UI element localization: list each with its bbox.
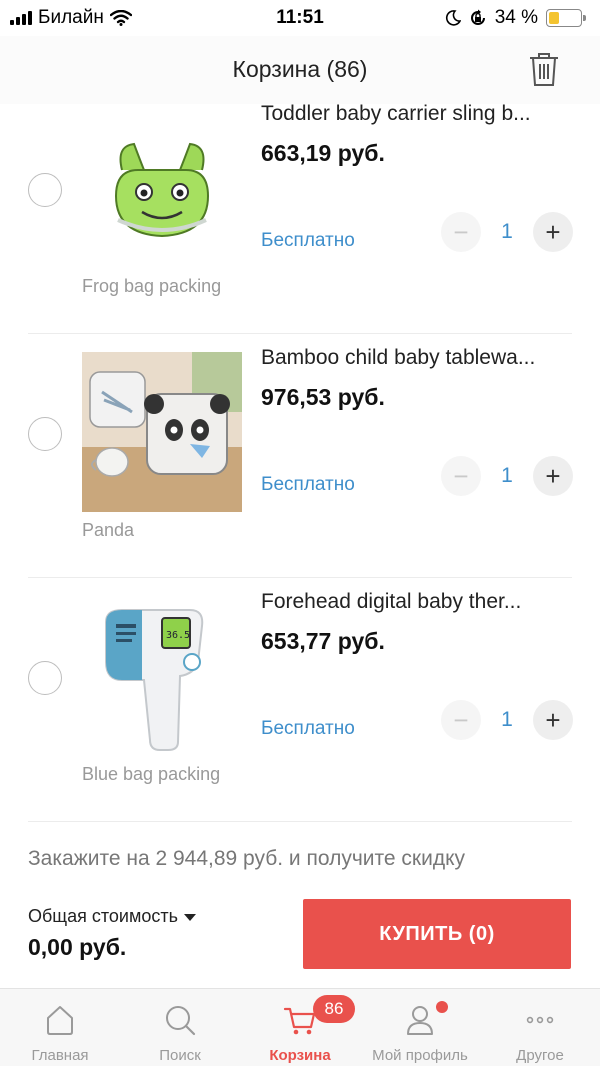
select-item-checkbox[interactable] (28, 661, 62, 695)
item-name[interactable]: Forehead digital baby ther... (261, 590, 573, 614)
battery-icon (546, 9, 586, 27)
decrease-quantity-button[interactable]: − (441, 456, 481, 496)
frog-carrier-image[interactable] (82, 108, 242, 268)
quantity-value: 1 (501, 708, 513, 731)
more-icon (526, 1016, 554, 1024)
item-price: 976,53 руб. (261, 384, 385, 410)
cart-item: Bamboo child baby tablewa... 976,53 руб.… (0, 334, 600, 578)
rotation-lock-icon (470, 9, 485, 25)
moon-icon (445, 10, 461, 26)
quantity-stepper: − 1 + (441, 212, 573, 252)
tab-label: Корзина (269, 1047, 331, 1064)
divider (28, 821, 572, 822)
item-variant: Panda (82, 520, 135, 540)
quantity-value: 1 (501, 464, 513, 487)
tab-profile[interactable]: Мой профиль (360, 989, 480, 1066)
caret-down-icon (184, 913, 196, 921)
total-cost-label: Общая стоимость (28, 906, 178, 926)
tab-more[interactable]: Другое (480, 989, 600, 1066)
select-item-checkbox[interactable] (28, 173, 62, 207)
item-variant: Frog bag packing (82, 276, 222, 296)
cart-count-badge: 86 (313, 995, 355, 1023)
profile-icon (407, 1006, 433, 1035)
quantity-stepper: − 1 + (441, 700, 573, 740)
panda-tableware-image[interactable] (82, 352, 242, 512)
quantity-value: 1 (501, 220, 513, 243)
shipping-label: Бесплатно (261, 230, 355, 251)
status-bar: Билайн 11:51 34 % (0, 0, 600, 36)
trash-icon[interactable] (526, 50, 562, 88)
tab-label: Главная (31, 1047, 89, 1064)
page-title: Корзина (86) (232, 56, 368, 82)
tab-cart[interactable]: 86 Корзина (240, 989, 360, 1066)
buy-button[interactable]: КУПИТЬ (0) (303, 899, 571, 969)
select-item-checkbox[interactable] (28, 417, 62, 451)
increase-quantity-button[interactable]: + (533, 700, 573, 740)
notification-dot (436, 1001, 448, 1013)
total-cost-toggle[interactable]: Общая стоимость (28, 906, 196, 927)
item-price: 653,77 руб. (261, 628, 385, 654)
checkout-bar: Общая стоимость 0,00 руб. КУПИТЬ (0) (0, 884, 600, 988)
battery-percent: 34 % (494, 7, 538, 28)
tab-label: Мой профиль (372, 1047, 468, 1064)
item-price: 663,19 руб. (261, 140, 385, 166)
tab-label: Другое (516, 1047, 564, 1064)
tab-label: Поиск (159, 1047, 201, 1064)
increase-quantity-button[interactable]: + (533, 456, 573, 496)
tab-home[interactable]: Главная (0, 989, 120, 1066)
cart-icon (283, 1007, 316, 1035)
total-cost-value: 0,00 руб. (28, 934, 127, 960)
quantity-stepper: − 1 + (441, 456, 573, 496)
svg-text:36.5: 36.5 (166, 630, 190, 641)
status-right: 34 % (445, 7, 586, 29)
decrease-quantity-button[interactable]: − (441, 700, 481, 740)
search-icon (166, 1006, 196, 1036)
shipping-label: Бесплатно (261, 474, 355, 495)
item-variant: Blue bag packing (82, 764, 221, 784)
cart-item: Toddler baby carrier sling b... 663,19 р… (0, 90, 600, 334)
home-icon (47, 1006, 73, 1035)
item-name[interactable]: Bamboo child baby tablewa... (261, 346, 573, 370)
decrease-quantity-button[interactable]: − (441, 212, 481, 252)
item-name[interactable]: Toddler baby carrier sling b... (261, 102, 573, 126)
shipping-label: Бесплатно (261, 718, 355, 739)
thermometer-image[interactable]: 36.5 (82, 596, 242, 756)
tab-search[interactable]: Поиск (120, 989, 240, 1066)
discount-promo-text: Закажите на 2 944,89 руб. и получите ски… (28, 847, 466, 870)
increase-quantity-button[interactable]: + (533, 212, 573, 252)
bottom-tab-bar: Главная Поиск 86 Корзина Мой профиль Дру… (0, 988, 600, 1066)
cart-item: 36.5 Forehead digital baby ther... 653,7… (0, 578, 600, 822)
